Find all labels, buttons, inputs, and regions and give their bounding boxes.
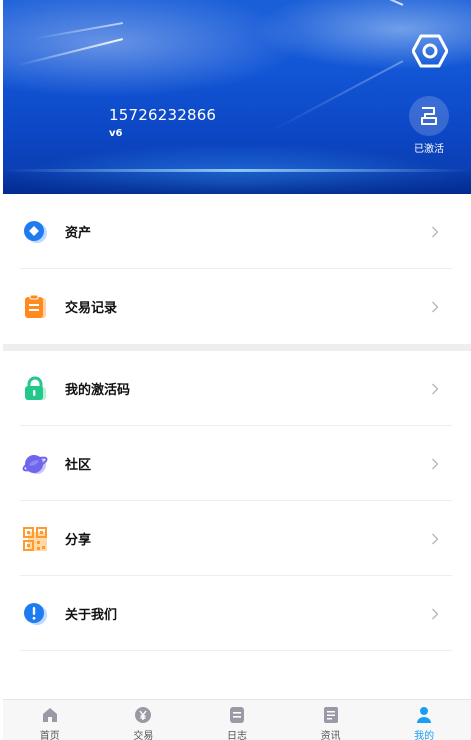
menu-item-share[interactable]: 分享 bbox=[3, 501, 471, 576]
chevron-right-icon bbox=[432, 226, 439, 237]
chevron-right-icon bbox=[432, 383, 439, 394]
menu-item-transactions[interactable]: 交易记录 bbox=[3, 269, 471, 344]
tab-mine[interactable]: 我的 bbox=[377, 700, 471, 740]
menu-item-label: 交易记录 bbox=[65, 301, 118, 316]
clipboard-icon bbox=[21, 293, 49, 321]
menu-item-community[interactable]: 社区 bbox=[3, 426, 471, 501]
activated-button[interactable]: 已激活 bbox=[404, 96, 454, 156]
menu-item-label: 我的激活码 bbox=[65, 383, 131, 398]
tab-home[interactable]: 首页 bbox=[3, 700, 97, 740]
menu-item-label: 分享 bbox=[65, 533, 92, 548]
tab-label: 日志 bbox=[226, 731, 247, 740]
menu-item-about-us[interactable]: 关于我们 bbox=[3, 576, 471, 651]
tab-label: 首页 bbox=[39, 731, 60, 740]
activation-icon bbox=[421, 107, 437, 125]
menu-group-general: 我的激活码 社区 分享 关于我们 bbox=[3, 351, 471, 651]
chevron-right-icon bbox=[432, 608, 439, 619]
section-divider bbox=[3, 344, 471, 351]
tab-label: 交易 bbox=[133, 731, 154, 740]
chevron-right-icon bbox=[432, 301, 439, 312]
chevron-right-icon bbox=[432, 458, 439, 469]
tab-label: 我的 bbox=[414, 731, 435, 740]
light-streak bbox=[270, 60, 404, 133]
bottom-tab-bar: 首页 交易 日志 资讯 我的 bbox=[3, 699, 471, 740]
menu-item-assets[interactable]: 资产 bbox=[3, 194, 471, 269]
planet-icon bbox=[21, 450, 49, 478]
profile-page: 15726232866 v6 已激活 资产 交易记录 我的激活码 社区 分享 关… bbox=[0, 0, 471, 740]
news-icon bbox=[322, 706, 340, 724]
lock-icon bbox=[21, 375, 49, 403]
activated-label: 已激活 bbox=[414, 144, 444, 155]
menu-item-label: 关于我们 bbox=[65, 608, 118, 623]
chevron-right-icon bbox=[432, 533, 439, 544]
menu-item-label: 社区 bbox=[65, 458, 92, 473]
yen-coin-icon bbox=[134, 706, 152, 724]
home-icon bbox=[41, 706, 59, 724]
settings-button[interactable] bbox=[410, 31, 450, 71]
user-icon bbox=[415, 706, 433, 724]
menu-item-label: 资产 bbox=[65, 226, 92, 241]
tab-trade[interactable]: 交易 bbox=[97, 700, 191, 740]
qr-code-icon bbox=[21, 525, 49, 553]
tab-news[interactable]: 资讯 bbox=[284, 700, 378, 740]
menu-group-assets: 资产 交易记录 bbox=[3, 194, 471, 344]
asset-icon bbox=[21, 218, 49, 246]
tab-log[interactable]: 日志 bbox=[190, 700, 284, 740]
log-icon bbox=[228, 706, 246, 724]
user-phone: 15726232866 bbox=[109, 106, 217, 124]
settings-hexagon-icon bbox=[412, 34, 448, 68]
info-icon bbox=[21, 600, 49, 628]
profile-header: 15726232866 v6 已激活 bbox=[3, 0, 471, 194]
menu-item-activation-code[interactable]: 我的激活码 bbox=[3, 351, 471, 426]
light-streak bbox=[16, 38, 124, 67]
light-streak bbox=[34, 22, 124, 40]
tab-label: 资讯 bbox=[320, 731, 341, 740]
header-bottom-band bbox=[3, 168, 471, 194]
activated-icon-circle bbox=[409, 96, 449, 136]
user-level: v6 bbox=[109, 128, 123, 139]
light-streak bbox=[311, 0, 404, 6]
